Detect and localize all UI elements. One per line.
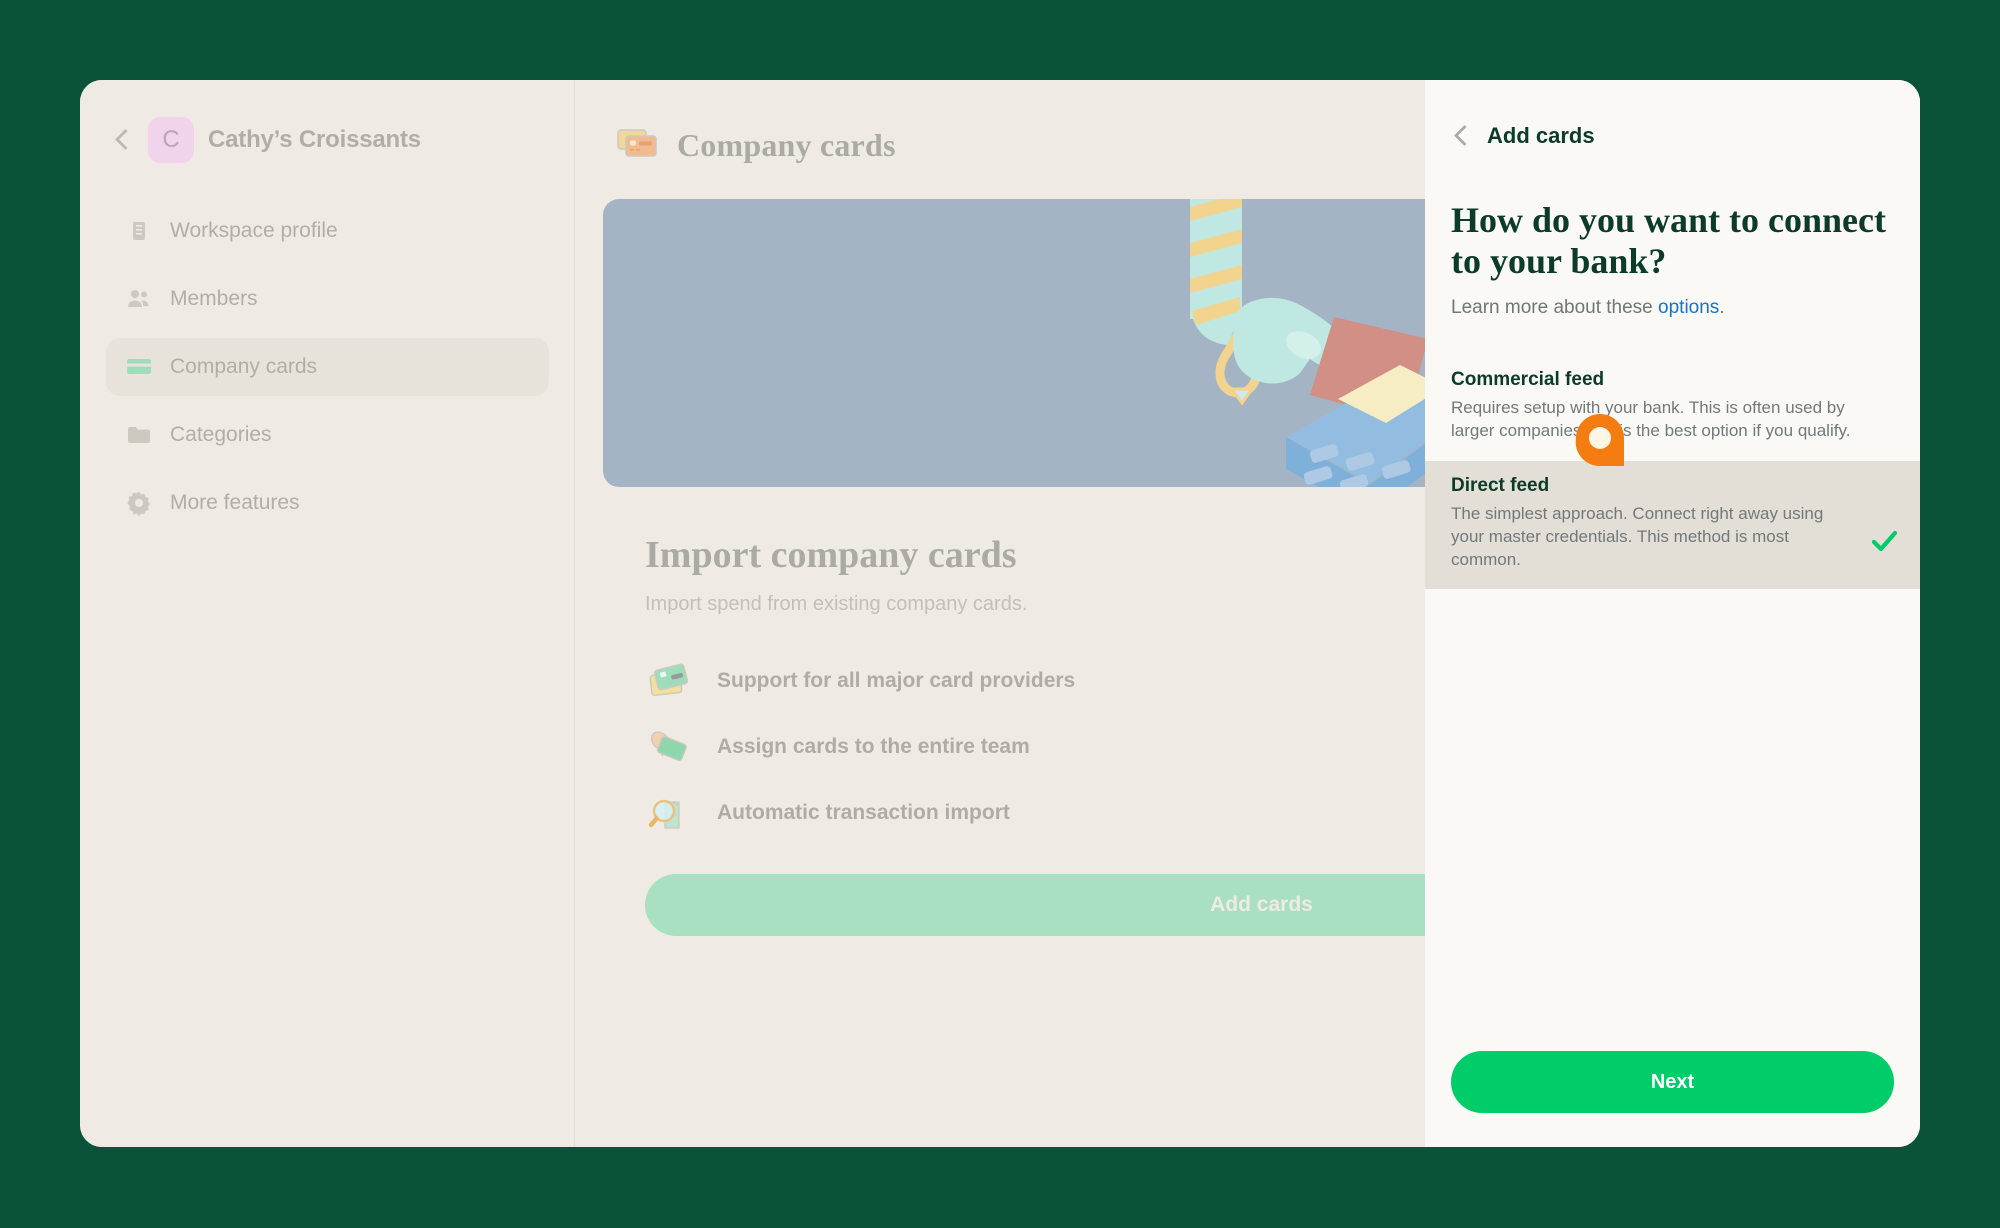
learn-more-text: Learn more about these options. (1451, 297, 1894, 319)
building-icon (126, 218, 152, 244)
card-icon (126, 354, 152, 380)
option-direct-feed[interactable]: Direct feed The simplest approach. Conne… (1425, 460, 1920, 590)
stacked-cards-icon (645, 658, 691, 704)
next-button[interactable]: Next (1451, 1051, 1894, 1113)
sidebar-item-label: Workspace profile (170, 219, 338, 242)
learn-more-prefix: Learn more about these (1451, 296, 1659, 318)
people-icon (126, 286, 152, 312)
options-link[interactable]: options (1658, 297, 1719, 318)
sidebar-item-label: Categories (170, 423, 272, 446)
sidebar-item-label: More features (170, 491, 300, 514)
option-commercial-feed[interactable]: Commercial feed Requires setup with your… (1425, 355, 1920, 461)
green-check-icon (1870, 527, 1898, 555)
workspace-name: Cathy’s Croissants (208, 126, 421, 153)
panel-header: Add cards (1451, 108, 1894, 164)
hand-holding-card-icon (645, 724, 691, 770)
panel-heading: How do you want to connect to your bank? (1451, 200, 1887, 282)
panel-footer: Next (1451, 1051, 1894, 1147)
sidebar-item-more-features[interactable]: More features (106, 474, 549, 532)
folder-icon (126, 422, 152, 448)
sidebar-item-members[interactable]: Members (106, 270, 549, 328)
magnifier-receipts-icon (645, 790, 691, 836)
add-cards-panel: Add cards How do you want to connect to … (1425, 80, 1920, 1147)
app-window: C Cathy’s Croissants Workspace profile M… (80, 80, 1920, 1147)
avatar: C (148, 117, 194, 163)
option-name: Direct feed (1451, 474, 1550, 496)
feature-label: Support for all major card providers (717, 669, 1076, 692)
chevron-left-icon[interactable] (112, 129, 134, 151)
panel-title: Add cards (1487, 123, 1595, 148)
sidebar-item-workspace-profile[interactable]: Workspace profile (106, 202, 549, 260)
option-description: The simplest approach. Connect right awa… (1451, 503, 1824, 569)
two-cards-icon (615, 126, 661, 165)
chevron-left-icon[interactable] (1451, 125, 1473, 147)
sidebar-item-categories[interactable]: Categories (106, 406, 549, 464)
feature-label: Assign cards to the entire team (717, 735, 1030, 758)
learn-more-suffix: . (1719, 296, 1725, 318)
sidebar-item-company-cards[interactable]: Company cards (106, 338, 549, 396)
option-name: Commercial feed (1451, 368, 1605, 390)
feature-label: Automatic transaction import (717, 801, 1010, 824)
workspace-header: C Cathy’s Croissants (106, 108, 549, 172)
gear-icon (126, 490, 152, 516)
option-description: Requires setup with your bank. This is o… (1451, 397, 1851, 440)
sidebar-item-label: Members (170, 287, 258, 310)
sidebar-item-label: Company cards (170, 355, 318, 378)
sidebar-nav: Workspace profile Members Company cards … (106, 202, 549, 532)
sidebar: C Cathy’s Croissants Workspace profile M… (80, 80, 575, 1147)
page-title: Company cards (677, 126, 896, 163)
connection-options: Commercial feed Requires setup with your… (1425, 355, 1920, 590)
